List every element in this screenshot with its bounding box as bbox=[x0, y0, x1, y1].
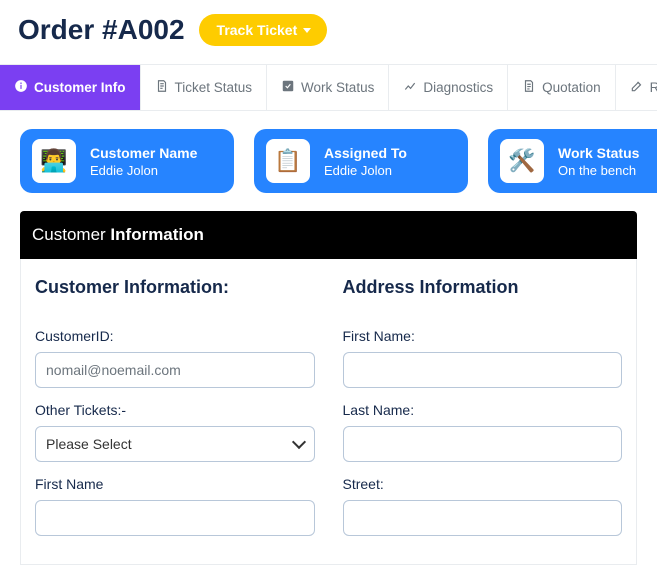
file-icon bbox=[155, 79, 169, 96]
other-tickets-select[interactable]: Please Select bbox=[35, 426, 315, 462]
info-cards: 👨‍💻 Customer Name Eddie Jolon 📋 Assigned… bbox=[0, 111, 657, 205]
card-label: Assigned To bbox=[324, 145, 407, 161]
tab-quotation[interactable]: Quotation bbox=[508, 65, 616, 110]
gear-clock-icon: 🛠️ bbox=[500, 139, 544, 183]
clipboard-check-icon: 📋 bbox=[266, 139, 310, 183]
address-info-column: Address Information First Name: Last Nam… bbox=[329, 269, 637, 564]
tab-label: Ticket Status bbox=[175, 80, 253, 95]
check-square-icon bbox=[281, 79, 295, 96]
chevron-down-icon bbox=[291, 435, 305, 449]
info-circle-icon bbox=[14, 79, 28, 96]
section-header-light: Customer bbox=[32, 225, 106, 244]
card-customer-name: 👨‍💻 Customer Name Eddie Jolon bbox=[20, 129, 234, 193]
card-label: Customer Name bbox=[90, 145, 197, 161]
addr-last-name-input[interactable] bbox=[343, 426, 623, 462]
first-name-input[interactable] bbox=[35, 500, 315, 536]
track-ticket-label: Track Ticket bbox=[217, 22, 298, 38]
tab-diagnostics[interactable]: Diagnostics bbox=[389, 65, 508, 110]
file-text-icon bbox=[522, 79, 536, 96]
tab-work-status[interactable]: Work Status bbox=[267, 65, 389, 110]
person-laptop-icon: 👨‍💻 bbox=[32, 139, 76, 183]
column-title: Customer Information: bbox=[35, 277, 315, 298]
tab-label: Customer Info bbox=[34, 80, 126, 95]
card-value: On the bench bbox=[558, 163, 639, 178]
tab-label: Diagnostics bbox=[423, 80, 493, 95]
tab-customer-info[interactable]: Customer Info bbox=[0, 65, 141, 110]
customer-id-label: CustomerID: bbox=[35, 328, 315, 344]
card-value: Eddie Jolon bbox=[90, 163, 197, 178]
tab-label: Repair Information bbox=[650, 80, 657, 95]
section-header: Customer Information bbox=[20, 211, 637, 259]
card-value: Eddie Jolon bbox=[324, 163, 407, 178]
card-label: Work Status bbox=[558, 145, 639, 161]
page-title: Order #A002 bbox=[18, 14, 185, 46]
addr-last-name-label: Last Name: bbox=[343, 402, 623, 418]
first-name-label: First Name bbox=[35, 476, 315, 492]
card-work-status: 🛠️ Work Status On the bench bbox=[488, 129, 657, 193]
addr-first-name-input[interactable] bbox=[343, 352, 623, 388]
addr-first-name-label: First Name: bbox=[343, 328, 623, 344]
addr-street-label: Street: bbox=[343, 476, 623, 492]
section-header-bold: Information bbox=[110, 225, 204, 244]
tab-label: Quotation bbox=[542, 80, 601, 95]
customer-id-input[interactable] bbox=[35, 352, 315, 388]
card-assigned-to: 📋 Assigned To Eddie Jolon bbox=[254, 129, 468, 193]
tab-label: Work Status bbox=[301, 80, 374, 95]
chart-line-icon bbox=[403, 79, 417, 96]
select-value: Please Select bbox=[46, 436, 132, 452]
addr-street-input[interactable] bbox=[343, 500, 623, 536]
edit-icon bbox=[630, 79, 644, 96]
tab-ticket-status[interactable]: Ticket Status bbox=[141, 65, 268, 110]
customer-info-column: Customer Information: CustomerID: Other … bbox=[21, 269, 329, 564]
track-ticket-button[interactable]: Track Ticket bbox=[199, 14, 328, 46]
tab-repair-information[interactable]: Repair Information bbox=[616, 65, 657, 110]
column-title: Address Information bbox=[343, 277, 623, 298]
tabs: Customer Info Ticket Status Work Status … bbox=[0, 64, 657, 111]
other-tickets-label: Other Tickets:- bbox=[35, 402, 315, 418]
caret-down-icon bbox=[303, 28, 311, 33]
